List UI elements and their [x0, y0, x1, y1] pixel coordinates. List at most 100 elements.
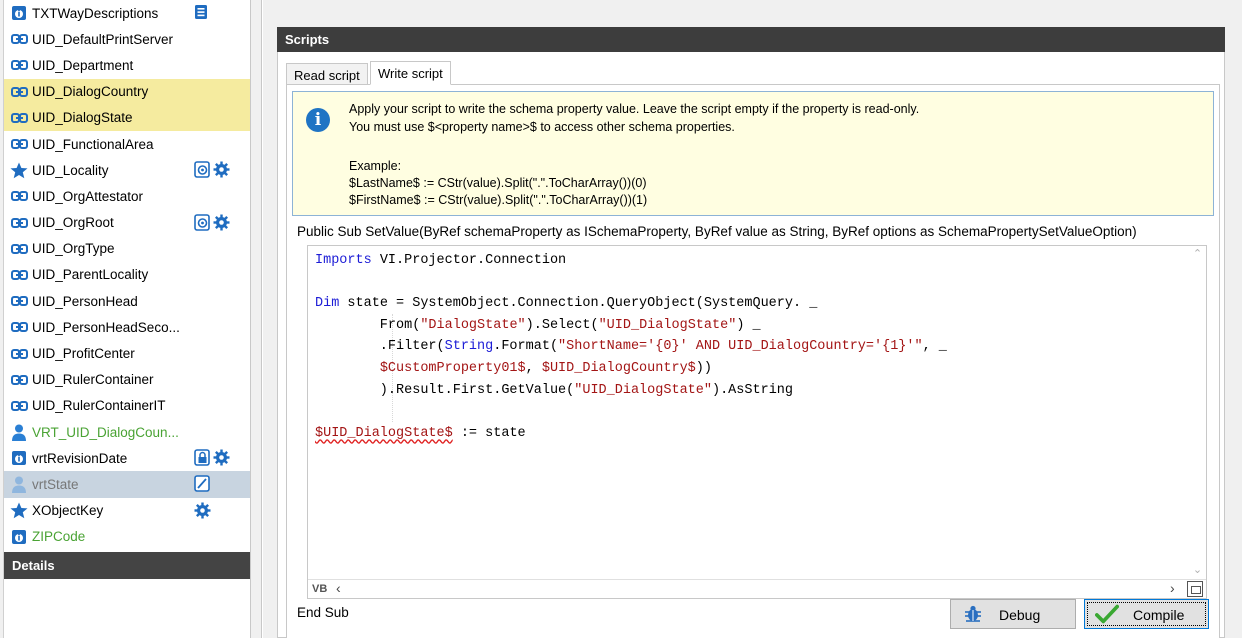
compile-button[interactable]: Compile	[1084, 599, 1209, 629]
property-item[interactable]: UID_RulerContainerIT	[4, 393, 250, 419]
property-item[interactable]: UID_OrgRoot	[4, 210, 250, 236]
scroll-up-icon[interactable]: ⌃	[1189, 246, 1206, 263]
horizontal-scrollbar[interactable]: VB ‹ ›	[308, 579, 1206, 598]
vertical-scrollbar[interactable]: ⌃ ⌄	[1189, 246, 1206, 580]
code-line-6: $CustomProperty01$, $UID_DialogCountry$)…	[315, 361, 712, 376]
property-token: $UID_DialogCountry$	[541, 360, 696, 376]
link-icon	[10, 267, 28, 283]
property-item[interactable]: UID_FunctionalArea	[4, 131, 250, 157]
code-line-3: Dim state = SystemObject.Connection.Quer…	[315, 296, 817, 311]
property-item[interactable]: UID_OrgAttestator	[4, 183, 250, 209]
bug-icon	[961, 603, 985, 625]
link-icon	[10, 57, 28, 73]
link-icon	[10, 136, 28, 152]
end-sub-label: End Sub	[297, 605, 349, 620]
code-token: ))	[695, 360, 712, 376]
link-icon	[10, 293, 28, 309]
list-icon	[194, 4, 208, 23]
property-label: XObjectKey	[32, 503, 104, 519]
scripts-header: Scripts	[277, 27, 1225, 52]
vertical-splitter[interactable]	[251, 0, 262, 638]
property-label: UID_Department	[32, 57, 134, 73]
property-label: UID_ProfitCenter	[32, 346, 135, 362]
string-literal: "DialogState"	[420, 317, 526, 333]
code-editor[interactable]: Imports VI.Projector.Connection Dim stat…	[307, 245, 1207, 599]
property-item[interactable]: UID_Department	[4, 52, 250, 78]
property-item[interactable]: UID_DialogCountry	[4, 78, 250, 105]
property-item[interactable]: vrtState	[4, 471, 250, 498]
string-literal: "UID_DialogState"	[574, 382, 712, 398]
string-literal: "ShortName='{0}' AND UID_DialogCountry='…	[558, 339, 923, 355]
property-item[interactable]: UID_DialogState	[4, 104, 250, 131]
code-token: .Filter(	[315, 339, 445, 355]
property-label: UID_DialogState	[32, 110, 133, 126]
property-label: UID_DefaultPrintServer	[32, 31, 174, 47]
property-item[interactable]: VRT_UID_DialogCoun...	[4, 419, 250, 445]
scroll-left-icon[interactable]: ‹	[336, 580, 341, 596]
property-item[interactable]: vrtRevisionDate	[4, 445, 250, 471]
scroll-right-icon[interactable]: ›	[1170, 580, 1175, 596]
gear-icon	[213, 161, 230, 181]
property-label: vrtRevisionDate	[32, 450, 128, 466]
code-token: VI.Projector.Connection	[371, 253, 567, 268]
info-box: i Apply your script to write the schema …	[292, 91, 1214, 216]
link-icon	[10, 188, 28, 204]
property-item[interactable]: UID_Locality	[4, 157, 250, 183]
keyword: Dim	[315, 296, 340, 312]
script-icon	[194, 213, 211, 234]
tab-read-script[interactable]: Read script	[286, 63, 368, 85]
left-panel: TXTWayDescriptions UID_DefaultPrintServer…	[0, 0, 251, 638]
code-token: .Format(	[493, 339, 559, 355]
keyword: String	[444, 339, 494, 355]
code-text[interactable]: Imports VI.Projector.Connection Dim stat…	[315, 250, 947, 444]
scripts-panel: Read script Write script i Apply your sc…	[277, 52, 1225, 638]
debug-label: Debug	[999, 607, 1041, 623]
property-item[interactable]: UID_DefaultPrintServer	[4, 26, 250, 52]
code-token: ).AsString	[711, 382, 793, 398]
link-icon	[10, 215, 28, 231]
property-badges	[194, 502, 211, 522]
info-example-2: $FirstName$ := CStr(value).Split(".".ToC…	[349, 193, 648, 207]
code-line-1: Imports VI.Projector.Connection	[315, 253, 566, 268]
expand-editor-icon[interactable]	[1187, 581, 1203, 597]
property-badges	[194, 4, 208, 23]
scroll-down-icon[interactable]: ⌄	[1189, 562, 1206, 579]
property-list: TXTWayDescriptions UID_DefaultPrintServer…	[4, 0, 250, 552]
code-token: From(	[315, 317, 421, 333]
property-item[interactable]: UID_PersonHeadSeco...	[4, 314, 250, 340]
property-item[interactable]: UID_ProfitCenter	[4, 340, 250, 366]
property-item[interactable]: XObjectKey	[4, 498, 250, 524]
edit-script-icon	[194, 475, 211, 495]
property-item[interactable]: UID_RulerContainer	[4, 367, 250, 393]
details-body	[4, 579, 250, 638]
property-label: UID_OrgType	[32, 241, 115, 257]
property-label: UID_OrgAttestator	[32, 188, 144, 204]
code-token: ).Result.First.GetValue(	[315, 382, 575, 398]
property-token: $CustomProperty01$	[379, 360, 526, 376]
gear-icon	[213, 214, 230, 234]
link-icon	[10, 319, 28, 335]
property-badges	[194, 213, 230, 234]
property-item[interactable]: UID_ParentLocality	[4, 262, 250, 288]
code-token: ) _	[736, 317, 761, 333]
code-line-7: ).Result.First.GetValue("UID_DialogState…	[315, 383, 793, 398]
gear-icon	[213, 449, 230, 469]
property-label: UID_Locality	[32, 162, 109, 178]
code-line-5: .Filter(String.Format("ShortName='{0}' A…	[315, 339, 947, 354]
property-item[interactable]: UID_OrgType	[4, 236, 250, 262]
gear-icon	[194, 502, 211, 522]
debug-button[interactable]: Debug	[950, 599, 1076, 629]
property-item[interactable]: TXTWayDescriptions	[4, 0, 250, 26]
details-header: Details	[4, 552, 250, 579]
property-item[interactable]: ZIPCode	[4, 524, 250, 550]
link-icon	[10, 398, 28, 414]
tab-write-script[interactable]: Write script	[370, 61, 451, 85]
property-label: ZIPCode	[32, 529, 86, 545]
info-text-2: You must use $<property name>$ to access…	[349, 120, 735, 134]
property-label: TXTWayDescriptions	[32, 5, 159, 21]
property-item[interactable]: UID_PersonHead	[4, 288, 250, 314]
link-icon	[10, 346, 28, 362]
compile-label: Compile	[1133, 607, 1185, 623]
property-label: UID_PersonHead	[32, 293, 138, 309]
